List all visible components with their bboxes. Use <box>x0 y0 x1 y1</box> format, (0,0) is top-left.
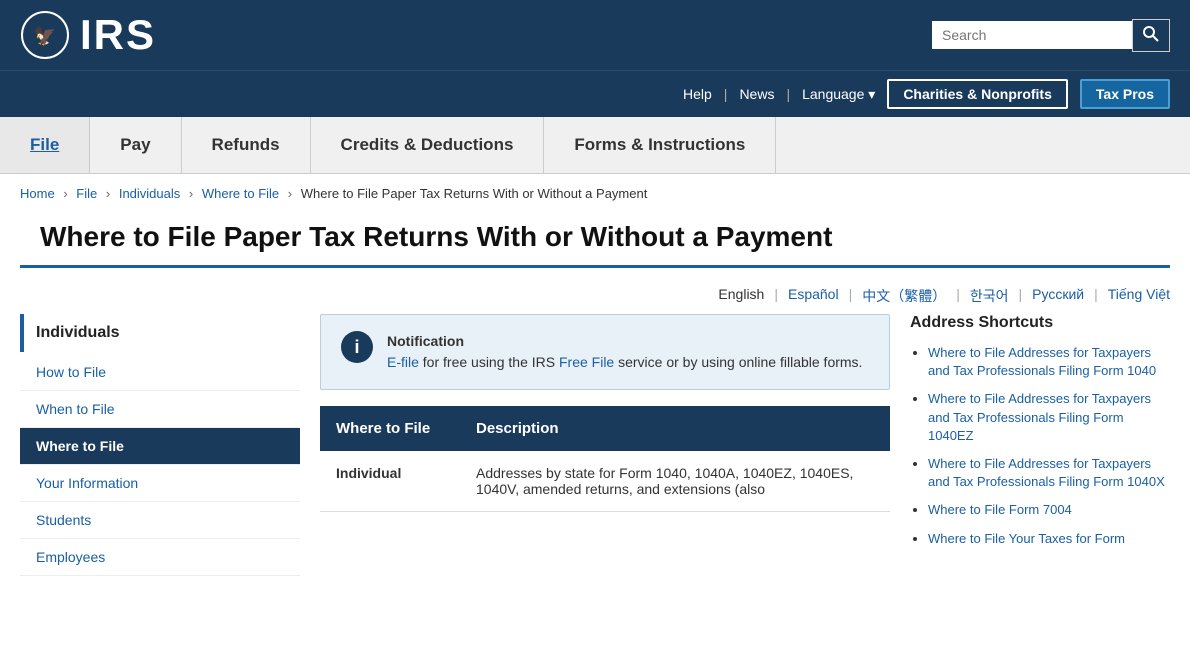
language-link[interactable]: Language ▾ <box>802 86 875 103</box>
main-nav: File Pay Refunds Credits & Deductions Fo… <box>0 117 1190 174</box>
sidebar: Individuals How to File When to File Whe… <box>20 314 300 576</box>
list-item: Where to File Addresses for Taxpayers an… <box>928 344 1170 380</box>
tax-pros-button[interactable]: Tax Pros <box>1080 79 1170 109</box>
breadcrumb: Home › File › Individuals › Where to Fil… <box>0 174 1190 213</box>
table-header-description: Description <box>460 406 890 451</box>
notification-icon: i <box>341 331 373 363</box>
language-bar: English | Español | 中文（繁體） | 한국어 | Русск… <box>0 278 1190 314</box>
shortcut-link-1040x[interactable]: Where to File Addresses for Taxpayers an… <box>928 456 1165 489</box>
sidebar-item-where-to-file[interactable]: Where to File <box>20 428 300 465</box>
lang-spanish[interactable]: Español <box>788 286 839 306</box>
table-header-where-to-file: Where to File <box>320 406 460 451</box>
breadcrumb-individuals[interactable]: Individuals <box>119 186 180 201</box>
news-link[interactable]: News <box>739 86 774 102</box>
sidebar-item-how-to-file[interactable]: How to File <box>20 354 300 391</box>
file-table: Where to File Description Individual Add… <box>320 406 890 512</box>
search-bar <box>932 19 1170 52</box>
list-item: Where to File Addresses for Taxpayers an… <box>928 390 1170 445</box>
list-item: Where to File Your Taxes for Form <box>928 530 1170 548</box>
search-input[interactable] <box>932 21 1132 49</box>
help-link[interactable]: Help <box>683 86 712 102</box>
sidebar-item-students[interactable]: Students <box>20 502 300 539</box>
sidebar-item-when-to-file[interactable]: When to File <box>20 391 300 428</box>
search-button[interactable] <box>1132 19 1170 52</box>
list-item: Where to File Form 7004 <box>928 501 1170 519</box>
right-sidebar-list: Where to File Addresses for Taxpayers an… <box>910 344 1170 548</box>
sidebar-title: Individuals <box>20 314 300 352</box>
notification-box: i Notification E-file for free using the… <box>320 314 890 390</box>
main-content: i Notification E-file for free using the… <box>320 314 890 576</box>
lang-chinese[interactable]: 中文（繁體） <box>862 286 946 306</box>
irs-eagle-icon: 🦅 <box>20 10 70 60</box>
logo-area: 🦅 IRS <box>20 10 156 60</box>
charities-nonprofits-button[interactable]: Charities & Nonprofits <box>887 79 1068 109</box>
right-sidebar-title: Address Shortcuts <box>910 314 1170 332</box>
nav-pay[interactable]: Pay <box>90 117 181 173</box>
header-secondary: Help | News | Language ▾ Charities & Non… <box>0 70 1190 117</box>
lang-vietnamese[interactable]: Tiếng Việt <box>1108 286 1170 306</box>
notification-text-after: service or by using online fillable form… <box>618 354 862 370</box>
lang-korean[interactable]: 한국어 <box>970 286 1009 306</box>
nav-file[interactable]: File <box>0 117 90 173</box>
lang-russian[interactable]: Русский <box>1032 286 1084 306</box>
right-sidebar: Address Shortcuts Where to File Addresse… <box>910 314 1170 576</box>
free-file-link[interactable]: Free File <box>559 354 614 370</box>
sep1: | <box>724 86 728 102</box>
sidebar-item-your-information[interactable]: Your Information <box>20 465 300 502</box>
nav-forms-instructions[interactable]: Forms & Instructions <box>544 117 776 173</box>
table-cell-individual: Individual <box>320 451 460 512</box>
table-cell-description: Addresses by state for Form 1040, 1040A,… <box>460 451 890 512</box>
nav-credits-deductions[interactable]: Credits & Deductions <box>311 117 545 173</box>
svg-text:🦅: 🦅 <box>34 25 56 46</box>
notification-text-middle: for free using the IRS <box>423 354 559 370</box>
shortcut-link-1040ez[interactable]: Where to File Addresses for Taxpayers an… <box>928 391 1151 442</box>
sep2: | <box>786 86 790 102</box>
lang-english: English <box>718 286 764 306</box>
breadcrumb-current: Where to File Paper Tax Returns With or … <box>301 186 648 201</box>
content-area: Individuals How to File When to File Whe… <box>0 314 1190 576</box>
search-icon <box>1143 26 1159 42</box>
notification-title: Notification <box>387 333 464 349</box>
shortcut-link-1040[interactable]: Where to File Addresses for Taxpayers an… <box>928 345 1156 378</box>
page-title: Where to File Paper Tax Returns With or … <box>20 213 1170 268</box>
info-icon: i <box>354 337 359 358</box>
table-row: Individual Addresses by state for Form 1… <box>320 451 890 512</box>
header-top: 🦅 IRS <box>0 0 1190 70</box>
breadcrumb-where-to-file[interactable]: Where to File <box>202 186 279 201</box>
efile-link[interactable]: E-file <box>387 354 419 370</box>
sidebar-item-employees[interactable]: Employees <box>20 539 300 576</box>
irs-logo-text: IRS <box>80 11 156 59</box>
nav-refunds[interactable]: Refunds <box>182 117 311 173</box>
list-item: Where to File Addresses for Taxpayers an… <box>928 455 1170 491</box>
shortcut-link-taxes[interactable]: Where to File Your Taxes for Form <box>928 531 1125 546</box>
breadcrumb-file[interactable]: File <box>76 186 97 201</box>
table-header-row: Where to File Description <box>320 406 890 451</box>
breadcrumb-home[interactable]: Home <box>20 186 55 201</box>
shortcut-link-7004[interactable]: Where to File Form 7004 <box>928 502 1072 517</box>
notification-content: Notification E-file for free using the I… <box>387 331 862 373</box>
